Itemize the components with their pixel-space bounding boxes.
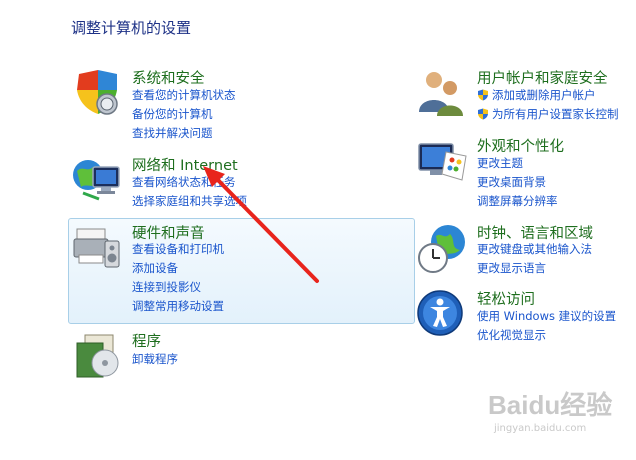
printer-icon (71, 221, 125, 275)
link-change-background[interactable]: 更改桌面背景 (477, 173, 558, 192)
watermark-url: jingyan.baidu.com (494, 423, 587, 434)
link-recommended-settings[interactable]: 使用 Windows 建议的设置 (477, 307, 616, 326)
link-devices-printers[interactable]: 查看设备和打印机 (132, 240, 224, 259)
link-add-remove-accounts-label: 添加或删除用户帐户 (492, 88, 596, 102)
link-troubleshoot[interactable]: 查找并解决问题 (132, 124, 236, 143)
link-backup-computer[interactable]: 备份您的计算机 (132, 105, 236, 124)
link-add-device[interactable]: 添加设备 (132, 259, 224, 278)
monitor-palette-icon (416, 136, 470, 190)
link-add-remove-accounts[interactable]: 添加或删除用户帐户 (477, 86, 619, 105)
category-title-programs[interactable]: 程序 (132, 330, 161, 351)
users-icon (416, 66, 470, 120)
programs-disc-icon (71, 329, 125, 383)
link-parental-controls-label: 为所有用户设置家长控制 (492, 106, 619, 121)
link-homegroup-sharing[interactable]: 选择家庭组和共享选项 (132, 192, 247, 211)
link-mobility-settings[interactable]: 调整常用移动设置 (132, 297, 224, 316)
shield-icon (71, 66, 125, 120)
link-uninstall-program[interactable]: 卸载程序 (132, 350, 178, 369)
link-optimize-visual[interactable]: 优化视觉显示 (477, 326, 616, 345)
network-globe-icon (71, 153, 125, 207)
link-view-computer-status[interactable]: 查看您的计算机状态 (132, 86, 236, 105)
ease-of-access-icon (416, 289, 470, 343)
link-change-display-language[interactable]: 更改显示语言 (477, 259, 592, 278)
category-title-system-security[interactable]: 系统和安全 (132, 67, 205, 88)
category-title-user-accounts[interactable]: 用户帐户和家庭安全 (477, 67, 608, 88)
clock-globe-icon (416, 222, 470, 276)
link-change-keyboard[interactable]: 更改键盘或其他输入法 (477, 240, 592, 259)
page-title: 调整计算机的设置 (71, 19, 192, 37)
category-title-network-internet[interactable]: 网络和 Internet (132, 154, 238, 175)
link-screen-resolution[interactable]: 调整屏幕分辨率 (477, 192, 558, 211)
link-connect-projector[interactable]: 连接到投影仪 (132, 278, 224, 297)
link-view-network-status[interactable]: 查看网络状态和任务 (132, 173, 247, 192)
link-change-theme[interactable]: 更改主题 (477, 154, 558, 173)
category-title-ease-of-access[interactable]: 轻松访问 (477, 288, 535, 309)
category-title-appearance[interactable]: 外观和个性化 (477, 135, 564, 156)
baidu-watermark: Baidu经验 jingyan.baidu.com (488, 385, 618, 445)
watermark-logo: Baidu经验 (488, 390, 613, 420)
link-parental-controls[interactable]: 为所有用户设置家长控制 (477, 105, 619, 124)
uac-shield-icon (478, 108, 488, 120)
uac-shield-icon (478, 89, 488, 101)
